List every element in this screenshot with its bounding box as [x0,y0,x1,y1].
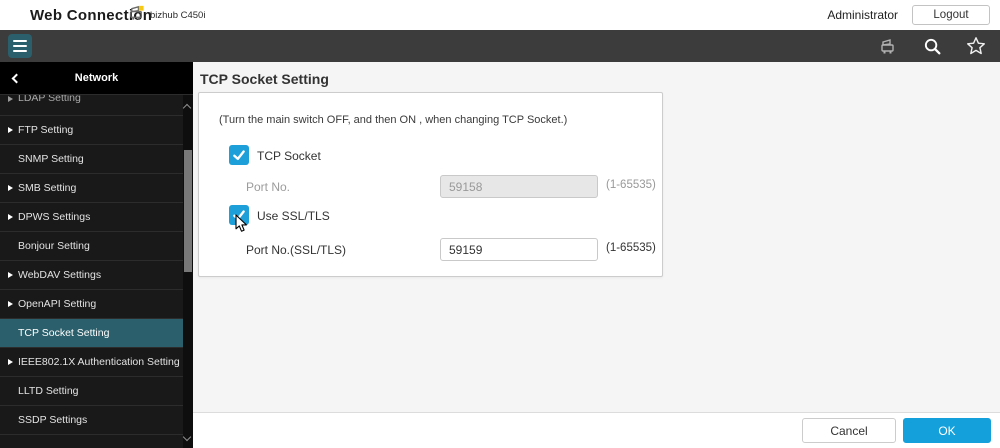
use-ssl-tls-label: Use SSL/TLS [257,209,330,223]
sidebar-item-tcp-socket-setting[interactable]: TCP Socket Setting [0,319,193,348]
app-header: Web Connection bizhub C450i Administrato… [0,0,1000,30]
sidebar-item-smb-setting[interactable]: SMB Setting [0,174,193,203]
use-ssl-tls-checkbox[interactable] [229,205,249,225]
sidebar-menu: LDAP Setting FTP Setting SNMP Setting SM… [0,94,193,435]
expand-arrow-icon [8,214,13,220]
expand-arrow-icon [8,359,13,365]
sidebar-item-label: SNMP Setting [18,153,84,165]
hamburger-menu-icon [13,40,27,42]
main-content: TCP Socket Setting (Turn the main switch… [193,62,1000,448]
star-icon[interactable] [966,36,986,56]
expand-arrow-icon [8,272,13,278]
ssl-port-range-hint: (1-65535) [606,242,656,254]
tcp-socket-label: TCP Socket [257,149,321,163]
expand-arrow-icon [8,127,13,133]
sidebar-item-label: TCP Socket Setting [18,327,109,339]
sidebar-item-label: IEEE802.1X Authentication Setting [18,356,180,368]
device-name: bizhub C450i [150,10,205,21]
network-sidebar: Network LDAP Setting FTP Setting SNMP Se… [0,62,193,448]
sidebar-item-snmp-setting[interactable]: SNMP Setting [0,145,193,174]
sidebar-item-label: FTP Setting [18,124,73,136]
tcp-socket-checkbox[interactable] [229,145,249,165]
expand-arrow-icon [8,301,13,307]
toolbar [0,30,1000,62]
printer-status-icon[interactable] [878,36,898,56]
sidebar-item-webdav-settings[interactable]: WebDAV Settings [0,261,193,290]
restart-note: (Turn the main switch OFF, and then ON ,… [219,114,567,126]
sidebar-item-label: DPWS Settings [18,211,90,223]
cancel-button[interactable]: Cancel [802,418,896,443]
sidebar-item-label: OpenAPI Setting [18,298,96,310]
sidebar-item-label: LLTD Setting [18,385,79,397]
expand-arrow-icon [8,96,13,102]
checkmark-icon [232,208,246,222]
sidebar-item-bonjour-setting[interactable]: Bonjour Setting [0,232,193,261]
ok-button[interactable]: OK [903,418,991,443]
sidebar-item-ftp-setting[interactable]: FTP Setting [0,116,193,145]
sidebar-item-openapi-setting[interactable]: OpenAPI Setting [0,290,193,319]
sidebar-header[interactable]: Network [0,62,193,94]
logged-in-user-label: Administrator [827,8,898,22]
page-title: TCP Socket Setting [200,71,329,87]
sidebar-item-dpws-settings[interactable]: DPWS Settings [0,203,193,232]
scroll-up-icon[interactable] [183,104,191,112]
scroll-down-icon[interactable] [183,433,191,441]
sidebar-item-label: WebDAV Settings [18,269,101,281]
sidebar-title: Network [0,72,193,84]
device-info: bizhub C450i [127,3,205,27]
sidebar-item-label: SMB Setting [18,182,76,194]
tcp-socket-settings-panel: (Turn the main switch OFF, and then ON ,… [198,92,663,277]
sidebar-item-label: LDAP Setting [18,94,81,104]
ssl-port-number-input[interactable] [440,238,598,261]
sidebar-item-ssdp-settings[interactable]: SSDP Settings [0,406,193,435]
sidebar-item-label: SSDP Settings [18,414,87,426]
port-number-label: Port No. [246,180,290,194]
port-number-input [440,175,598,198]
search-icon[interactable] [922,36,942,56]
hamburger-menu-button[interactable] [8,34,32,58]
printer-device-icon [127,3,146,27]
sidebar-item-ieee8021x-authentication-setting[interactable]: IEEE802.1X Authentication Setting [0,348,193,377]
logout-button[interactable]: Logout [912,5,990,25]
expand-arrow-icon [8,185,13,191]
scrollbar-thumb[interactable] [184,150,192,272]
port-range-hint: (1-65535) [606,179,656,191]
checkmark-icon [232,148,246,162]
sidebar-item-lltd-setting[interactable]: LLTD Setting [0,377,193,406]
ssl-port-number-label: Port No.(SSL/TLS) [246,243,346,257]
web-connection-app: Web Connection bizhub C450i Administrato… [0,0,1000,448]
sidebar-item-label: Bonjour Setting [18,240,90,252]
sidebar-item-ldap-setting[interactable]: LDAP Setting [0,94,193,116]
action-footer: Cancel OK [193,412,1000,448]
